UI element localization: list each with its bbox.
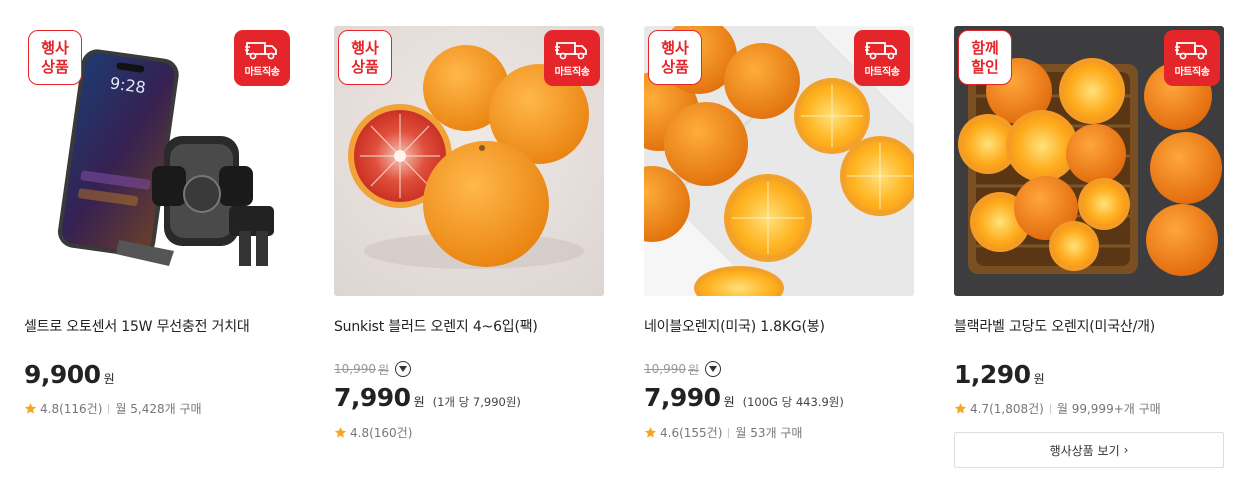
product-card-4[interactable]: 함께 할인 마트직송 블랙라벨 고당도 오렌지(미국산/개) 1,290 원 4… (954, 26, 1224, 468)
promo-badge-line1: 행사 (41, 38, 69, 57)
truck-icon (245, 41, 277, 59)
truck-icon (555, 41, 587, 59)
product-image[interactable]: 행사 상품 마트직송 (644, 26, 914, 296)
currency-unit: 원 (103, 372, 115, 386)
product-image[interactable]: 함께 할인 마트직송 (954, 26, 1224, 296)
promo-badge-line2: 상품 (41, 57, 69, 76)
chevron-down-icon (399, 366, 408, 372)
rating-value: 4.6 (660, 425, 680, 440)
product-image[interactable]: 9:28 행사 상품 마트직송 (24, 26, 294, 296)
product-card-2[interactable]: 행사 상품 마트직송 Sunkist 블러드 오렌지 4~6입(팩) 10,99… (334, 26, 604, 440)
review-count: (1,808건) (989, 402, 1044, 416)
promo-badge-line1: 함께 (971, 38, 999, 57)
monthly-sales: 월 99,999+개 구매 (1056, 402, 1161, 416)
star-icon (334, 427, 347, 438)
view-promo-products-label: 행사상품 보기 (1049, 443, 1120, 458)
promo-badge-line2: 상품 (661, 57, 689, 76)
promo-badge-line2: 상품 (351, 57, 379, 76)
rating-row: 4.6 (155건) 월 53개 구매 (644, 424, 802, 441)
star-icon (644, 427, 657, 438)
original-currency: 원 (378, 362, 390, 377)
price-detail-toggle[interactable] (705, 361, 722, 377)
delivery-badge-label: 마트직송 (864, 66, 900, 78)
truck-icon (1175, 41, 1207, 59)
monthly-sales: 월 53개 구매 (735, 426, 803, 440)
sale-price: 7,990 (334, 383, 411, 412)
mart-delivery-badge: 마트직송 (234, 30, 290, 86)
review-count: (116건) (59, 402, 103, 416)
promo-badge-line1: 행사 (351, 38, 379, 57)
currency-unit: 원 (1033, 372, 1045, 386)
original-currency: 원 (688, 362, 700, 377)
rating-row: 4.8 (116건) 월 5,428개 구매 (24, 400, 202, 417)
sale-price: 7,990 (644, 383, 721, 412)
product-title[interactable]: 셀트로 오토센서 15W 무선충전 거치대 (24, 316, 294, 336)
rating-row: 4.7 (1,808건) 월 99,999+개 구매 (954, 400, 1161, 417)
price-row: 9,900 원 (24, 360, 115, 389)
promo-badge-line1: 행사 (661, 38, 689, 57)
sale-price: 1,290 (954, 360, 1031, 389)
delivery-badge-label: 마트직송 (244, 66, 280, 78)
price-row: 7,990 원 (100G 당 443.9원) (644, 383, 844, 412)
chevron-right-icon: › (1123, 443, 1129, 457)
rating-value: 4.8 (40, 401, 60, 416)
promo-badge: 행사 상품 (28, 30, 82, 85)
divider (1049, 403, 1051, 414)
currency-unit: 원 (723, 395, 735, 409)
delivery-badge-label: 마트직송 (554, 66, 590, 78)
product-title[interactable]: 네이블오렌지(미국) 1.8KG(봉) (644, 316, 914, 336)
review-count: (155건) (679, 426, 723, 440)
truck-icon (865, 41, 897, 59)
promo-badge: 함께 할인 (958, 30, 1012, 85)
rating-row: 4.8 (160건) (334, 424, 412, 441)
original-price: 10,990 (334, 362, 376, 376)
delivery-badge-label: 마트직송 (1174, 66, 1210, 78)
product-title[interactable]: Sunkist 블러드 오렌지 4~6입(팩) (334, 316, 604, 336)
product-image[interactable]: 행사 상품 마트직송 (334, 26, 604, 296)
product-card-1[interactable]: 9:28 행사 상품 마트직송 셀트로 오토센서 15W 무선충전 거치대 9,… (24, 26, 294, 416)
promo-badge: 행사 상품 (338, 30, 392, 85)
rating-value: 4.7 (970, 401, 990, 416)
mart-delivery-badge: 마트직송 (1164, 30, 1220, 86)
star-icon (954, 403, 967, 414)
divider (108, 403, 110, 414)
review-count: (160건) (369, 426, 413, 440)
view-promo-products-button[interactable]: 행사상품 보기 › (954, 432, 1224, 468)
original-price-row: 10,990 원 (644, 361, 722, 377)
promo-badge-line2: 할인 (971, 57, 999, 76)
star-icon (24, 403, 37, 414)
mart-delivery-badge: 마트직송 (544, 30, 600, 86)
chevron-down-icon (709, 366, 718, 372)
product-title[interactable]: 블랙라벨 고당도 오렌지(미국산/개) (954, 316, 1224, 336)
price-row: 1,290 원 (954, 360, 1045, 389)
divider (728, 427, 730, 438)
sale-price: 9,900 (24, 360, 101, 389)
unit-price: (100G 당 443.9원) (742, 395, 844, 409)
original-price: 10,990 (644, 362, 686, 376)
currency-unit: 원 (413, 395, 425, 409)
product-card-3[interactable]: 행사 상품 마트직송 네이블오렌지(미국) 1.8KG(봉) 10,990 원 … (644, 26, 914, 440)
unit-price: (1개 당 7,990원) (432, 395, 521, 409)
mart-delivery-badge: 마트직송 (854, 30, 910, 86)
price-row: 7,990 원 (1개 당 7,990원) (334, 383, 521, 412)
monthly-sales: 월 5,428개 구매 (115, 402, 202, 416)
rating-value: 4.8 (350, 425, 370, 440)
price-detail-toggle[interactable] (395, 361, 412, 377)
promo-badge: 행사 상품 (648, 30, 702, 85)
original-price-row: 10,990 원 (334, 361, 412, 377)
